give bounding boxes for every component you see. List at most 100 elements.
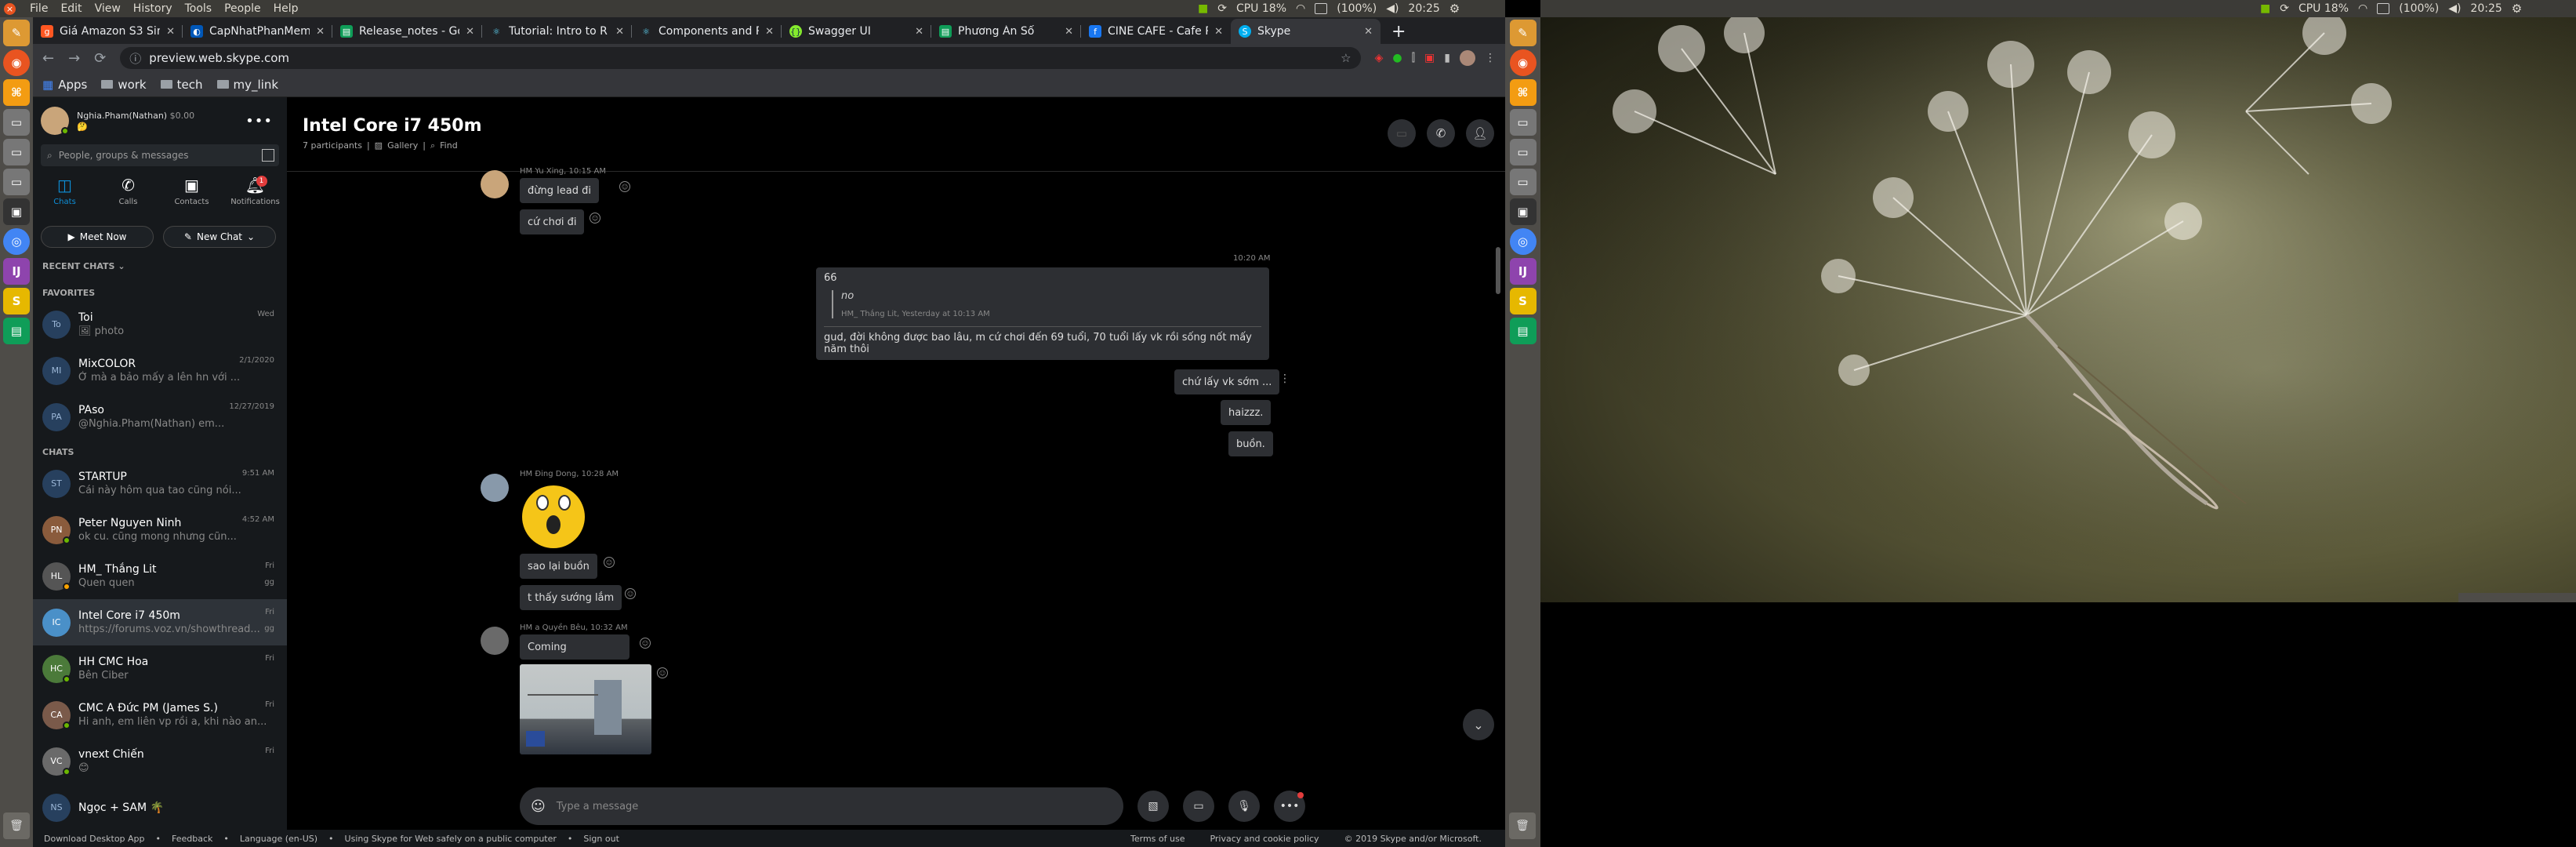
sublime-icon[interactable]: S xyxy=(1509,288,1537,314)
tab-release-notes[interactable]: ▤ Release_notes - Go ✕ xyxy=(332,19,482,44)
emoji-icon[interactable]: ☺ xyxy=(531,798,546,815)
cpu-indicator[interactable]: CPU 18% xyxy=(1236,2,1286,15)
info-icon[interactable]: ⓘ xyxy=(129,50,141,67)
message-bubble[interactable]: buồn. xyxy=(1228,431,1273,456)
launcher-app-icon[interactable]: ⌘ xyxy=(3,79,30,106)
menu-people[interactable]: People xyxy=(218,2,267,15)
list-item[interactable]: IC Intel Core i7 450m https://forums.voz.… xyxy=(33,599,287,645)
footer-privacy-link[interactable]: Privacy and cookie policy xyxy=(1210,834,1319,844)
search-input[interactable]: ⌕ People, groups & messages xyxy=(41,144,279,166)
participants-link[interactable]: 7 participants xyxy=(303,140,362,151)
menu-help[interactable]: Help xyxy=(267,2,305,15)
launcher-drive-icon[interactable]: ▭ xyxy=(3,139,30,165)
list-item[interactable]: NS Ngọc + SAM 🌴 xyxy=(33,784,287,830)
dialpad-icon[interactable] xyxy=(262,149,274,162)
tab-capnhat[interactable]: ◐ CapNhatPhanMem ✕ xyxy=(183,19,332,44)
battery-icon[interactable] xyxy=(1315,3,1328,14)
bookmark-tech[interactable]: tech xyxy=(160,78,203,92)
extension-icon[interactable]: ◈ xyxy=(1375,52,1384,64)
emoji-reaction-icon[interactable]: ☺ xyxy=(657,667,668,678)
more-options-button[interactable]: ••• xyxy=(1274,791,1305,822)
message-bubble[interactable]: haizzz. xyxy=(1221,400,1272,425)
clock[interactable]: 20:25 xyxy=(2470,2,2502,15)
launcher-drive-icon[interactable]: ▭ xyxy=(1509,139,1537,165)
add-people-button[interactable]: 👤︎ xyxy=(1466,119,1494,147)
meet-now-button[interactable]: ▶︎ Meet Now xyxy=(41,226,154,248)
emoji-reaction-icon[interactable]: ☺ xyxy=(640,638,651,649)
message-bubble[interactable]: sao lại buồn xyxy=(520,554,597,579)
list-item[interactable]: PN Peter Nguyen Ninh ok cu. cũng mong như… xyxy=(33,507,287,553)
message-bubble[interactable]: cứ chơi đi xyxy=(520,209,585,234)
menu-tools[interactable]: Tools xyxy=(179,2,219,15)
recent-chats-header[interactable]: RECENT CHATS ⌄ xyxy=(33,259,287,274)
footer-feedback-link[interactable]: Feedback xyxy=(172,834,212,844)
shared-photo[interactable] xyxy=(520,664,651,754)
gear-icon[interactable]: ⚙ xyxy=(1449,2,1460,16)
chrome-icon[interactable]: ◎ xyxy=(3,228,30,255)
back-icon[interactable]: ← xyxy=(42,50,54,67)
footer-signout-link[interactable]: Sign out xyxy=(583,834,619,844)
tab-cine-cafe[interactable]: f CINE CAFE - Cafe Ph ✕ xyxy=(1081,19,1231,44)
mood-message[interactable]: 🤔 xyxy=(77,122,194,132)
nav-contacts[interactable]: ▣ Contacts xyxy=(165,176,220,216)
footer-download-link[interactable]: Download Desktop App xyxy=(44,834,145,844)
nvidia-icon[interactable]: ■ xyxy=(2260,2,2270,15)
find-link[interactable]: Find xyxy=(440,140,458,151)
star-icon[interactable]: ☆ xyxy=(1341,51,1351,65)
close-tab-icon[interactable]: ✕ xyxy=(915,26,923,38)
footer-language-link[interactable]: Language (en-US) xyxy=(240,834,317,844)
avatar[interactable] xyxy=(41,107,69,135)
more-options-icon[interactable]: ⋮ xyxy=(1279,373,1290,385)
new-tab-button[interactable]: + xyxy=(1381,19,1417,44)
new-chat-button[interactable]: ✎ New Chat ⌄ xyxy=(163,226,276,248)
trash-icon[interactable]: 🗑 xyxy=(1509,812,1536,839)
list-item[interactable]: PA PAso @Nghia.Pham(Nathan) em... 12/27/2… xyxy=(33,394,287,440)
video-call-button[interactable]: ▭ xyxy=(1388,119,1416,147)
launcher-app-icon[interactable]: ⌘ xyxy=(1509,79,1537,106)
surprised-emoji-icon[interactable] xyxy=(522,485,585,548)
message-bubble[interactable]: t thấy sướng lắm xyxy=(520,585,622,610)
audio-call-button[interactable]: ✆ xyxy=(1427,119,1455,147)
message-input[interactable]: ☺ Type a message xyxy=(520,787,1123,825)
launcher-app-icon[interactable]: ✎ xyxy=(1509,20,1537,46)
list-item[interactable]: To Toi 🖼 photo Wed xyxy=(33,301,287,347)
nav-notifications[interactable]: 🔔︎ 1 Notifications xyxy=(228,176,283,216)
menu-edit[interactable]: Edit xyxy=(54,2,88,15)
tab-skype[interactable]: S Skype ✕ xyxy=(1231,19,1381,44)
page-title[interactable]: Intel Core i7 450m xyxy=(303,97,1505,136)
avatar[interactable] xyxy=(481,627,509,655)
emoji-reaction-icon[interactable]: ☺ xyxy=(590,213,600,224)
scrollbar[interactable] xyxy=(1496,247,1500,294)
avatar[interactable] xyxy=(1460,50,1475,66)
launcher-drive-icon[interactable]: ▭ xyxy=(1509,109,1537,136)
footer-safety-link[interactable]: Using Skype for Web safely on a public c… xyxy=(345,834,557,844)
close-tab-icon[interactable]: ✕ xyxy=(466,26,474,38)
contact-card-button[interactable]: ▭ xyxy=(1183,791,1214,822)
tab-tutorial[interactable]: ⚛ Tutorial: Intro to R ✕ xyxy=(482,19,632,44)
launcher-app-icon[interactable]: ✎ xyxy=(3,20,30,46)
avatar[interactable] xyxy=(481,170,509,198)
nvidia-icon[interactable]: ■ xyxy=(1198,2,1208,15)
record-audio-button[interactable]: 🎙︎ xyxy=(1228,791,1260,822)
footer-terms-link[interactable]: Terms of use xyxy=(1130,834,1185,844)
bookmark-apps[interactable]: ▦ Apps xyxy=(42,78,87,92)
tab-components[interactable]: ⚛ Components and P ✕ xyxy=(632,19,782,44)
list-item[interactable]: HL HM_ Thắng Lit Quen quen Fri gg xyxy=(33,553,287,599)
url-field[interactable]: ⓘ preview.web.skype.com ☆ xyxy=(120,47,1361,69)
list-item[interactable]: HC HH CMC Hoa Bên Ciber Fri xyxy=(33,645,287,692)
extension-icon[interactable]: ⫿ xyxy=(1412,52,1415,64)
launcher-app-icon[interactable]: ◉ xyxy=(1509,49,1537,76)
message-bubble[interactable]: 66 no HM_ Thắng Lit, Yesterday at 10:13 … xyxy=(816,267,1269,360)
list-item[interactable]: MI MixCOLOR Ở mà a bảo mấy a lên hn với .… xyxy=(33,347,287,394)
battery-icon[interactable] xyxy=(2377,3,2390,14)
list-item[interactable]: ST STARTUP Cái này hôm qua tao cũng nói..… xyxy=(33,460,287,507)
nav-calls[interactable]: ✆ Calls xyxy=(101,176,156,216)
launcher-drive-icon[interactable]: ▭ xyxy=(3,169,30,195)
menu-history[interactable]: History xyxy=(127,2,179,15)
bookmark-my-link[interactable]: my_link xyxy=(216,78,278,92)
chrome-icon[interactable]: ◎ xyxy=(1509,228,1537,255)
list-item[interactable]: VC vnext Chiến 😊 Fri xyxy=(33,738,287,784)
nav-chats[interactable]: ◫ Chats xyxy=(38,176,93,216)
intellij-icon[interactable]: IJ xyxy=(1509,258,1537,285)
reload-icon[interactable]: ⟳ xyxy=(94,50,106,67)
